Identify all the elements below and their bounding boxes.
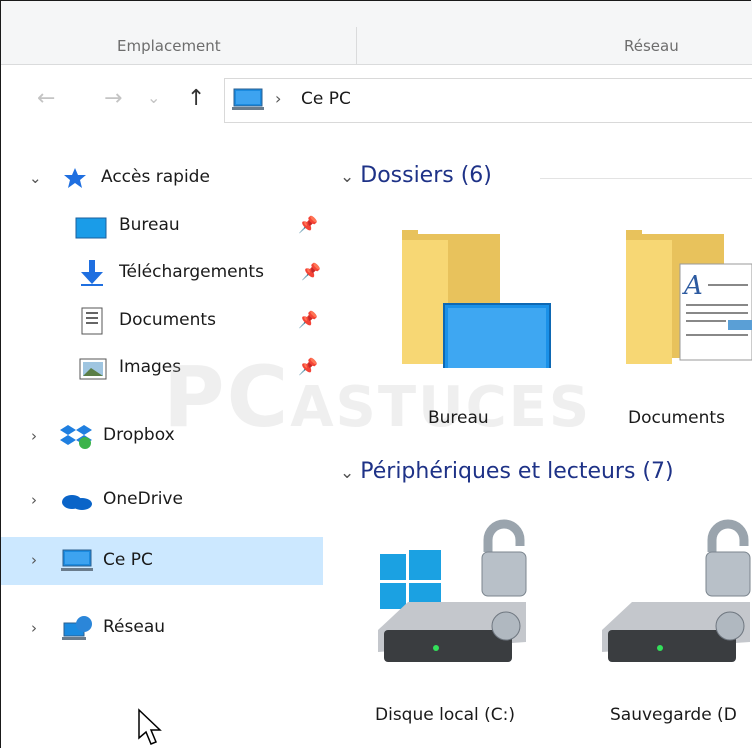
computer-icon [61, 549, 93, 571]
folder-bureau-icon[interactable] [400, 228, 552, 368]
sidebar-item-bureau[interactable]: Bureau 📌 [1, 209, 327, 243]
chevron-right-icon[interactable]: › [31, 491, 37, 509]
sidebar-item-telechargements[interactable]: Téléchargements 📌 [1, 256, 327, 290]
sidebar-item-label: Téléchargements [119, 262, 264, 282]
pin-icon: 📌 [298, 310, 318, 329]
sidebar-item-documents[interactable]: Documents 📌 [1, 304, 327, 338]
chevron-down-icon[interactable]: ⌄ [340, 463, 354, 483]
sidebar-item-label: Ce PC [103, 550, 153, 570]
sidebar-item-reseau[interactable]: › Réseau [1, 611, 327, 645]
chevron-right-icon[interactable]: › [31, 551, 37, 569]
address-bar[interactable]: › Ce PC [224, 78, 752, 123]
drive-label-d[interactable]: Sauvegarde (D [610, 705, 737, 725]
image-icon [79, 358, 107, 380]
up-button[interactable]: ↑ [187, 86, 205, 111]
dropbox-icon [60, 425, 92, 449]
forward-button[interactable]: → [104, 86, 122, 111]
computer-icon [232, 88, 264, 110]
sidebar-item-acces-rapide[interactable]: ⌄ Accès rapide [1, 161, 327, 195]
sidebar-item-label: Accès rapide [101, 167, 210, 187]
back-button[interactable]: ← [37, 86, 55, 111]
ribbon-divider [356, 27, 357, 64]
group-header-dossiers[interactable]: ⌄ Dossiers (6) [340, 163, 492, 188]
drive-c-icon[interactable] [378, 512, 528, 672]
desktop-icon [75, 217, 107, 239]
download-icon [81, 260, 103, 286]
ribbon-tab-reseau[interactable]: Réseau [624, 37, 679, 55]
chevron-right-icon[interactable]: › [31, 427, 37, 445]
chevron-right-icon[interactable]: › [31, 619, 37, 637]
chevron-down-icon[interactable]: ⌄ [29, 169, 42, 187]
document-icon [81, 307, 103, 335]
drive-d-icon[interactable] [602, 512, 752, 672]
content-pane: ⌄ Dossiers (6) Bureau A Documents ⌄ Périph… [328, 139, 752, 749]
sidebar-item-label: Bureau [119, 215, 180, 235]
pin-icon: 📌 [301, 262, 321, 281]
ribbon-tab-emplacement[interactable]: Emplacement [117, 37, 221, 55]
ribbon: Emplacement Réseau [1, 1, 752, 65]
mouse-cursor-icon [138, 708, 162, 745]
star-icon [64, 168, 86, 188]
recent-locations-button[interactable]: ⌄ [147, 88, 160, 107]
folder-documents-icon[interactable]: A [624, 228, 752, 368]
group-header-peripheriques[interactable]: ⌄ Périphériques et lecteurs (7) [340, 459, 674, 484]
folder-label-bureau[interactable]: Bureau [428, 408, 489, 428]
onedrive-icon [62, 495, 92, 510]
breadcrumb-separator: › [275, 89, 282, 108]
pin-icon: 📌 [298, 215, 318, 234]
chevron-down-icon[interactable]: ⌄ [340, 167, 354, 187]
network-icon [62, 616, 92, 640]
sidebar-item-label: Documents [119, 310, 216, 330]
sidebar-item-onedrive[interactable]: › OneDrive [1, 483, 327, 517]
sidebar-item-label: Réseau [103, 617, 166, 637]
drive-label-c[interactable]: Disque local (C:) [375, 705, 515, 725]
breadcrumb-ce-pc[interactable]: Ce PC [301, 89, 351, 109]
group-divider [540, 178, 752, 179]
folder-label-documents[interactable]: Documents [628, 408, 725, 428]
svg-text:A: A [682, 271, 703, 301]
sidebar-item-ce-pc[interactable]: › Ce PC [1, 537, 323, 585]
sidebar-item-label: OneDrive [103, 489, 183, 509]
